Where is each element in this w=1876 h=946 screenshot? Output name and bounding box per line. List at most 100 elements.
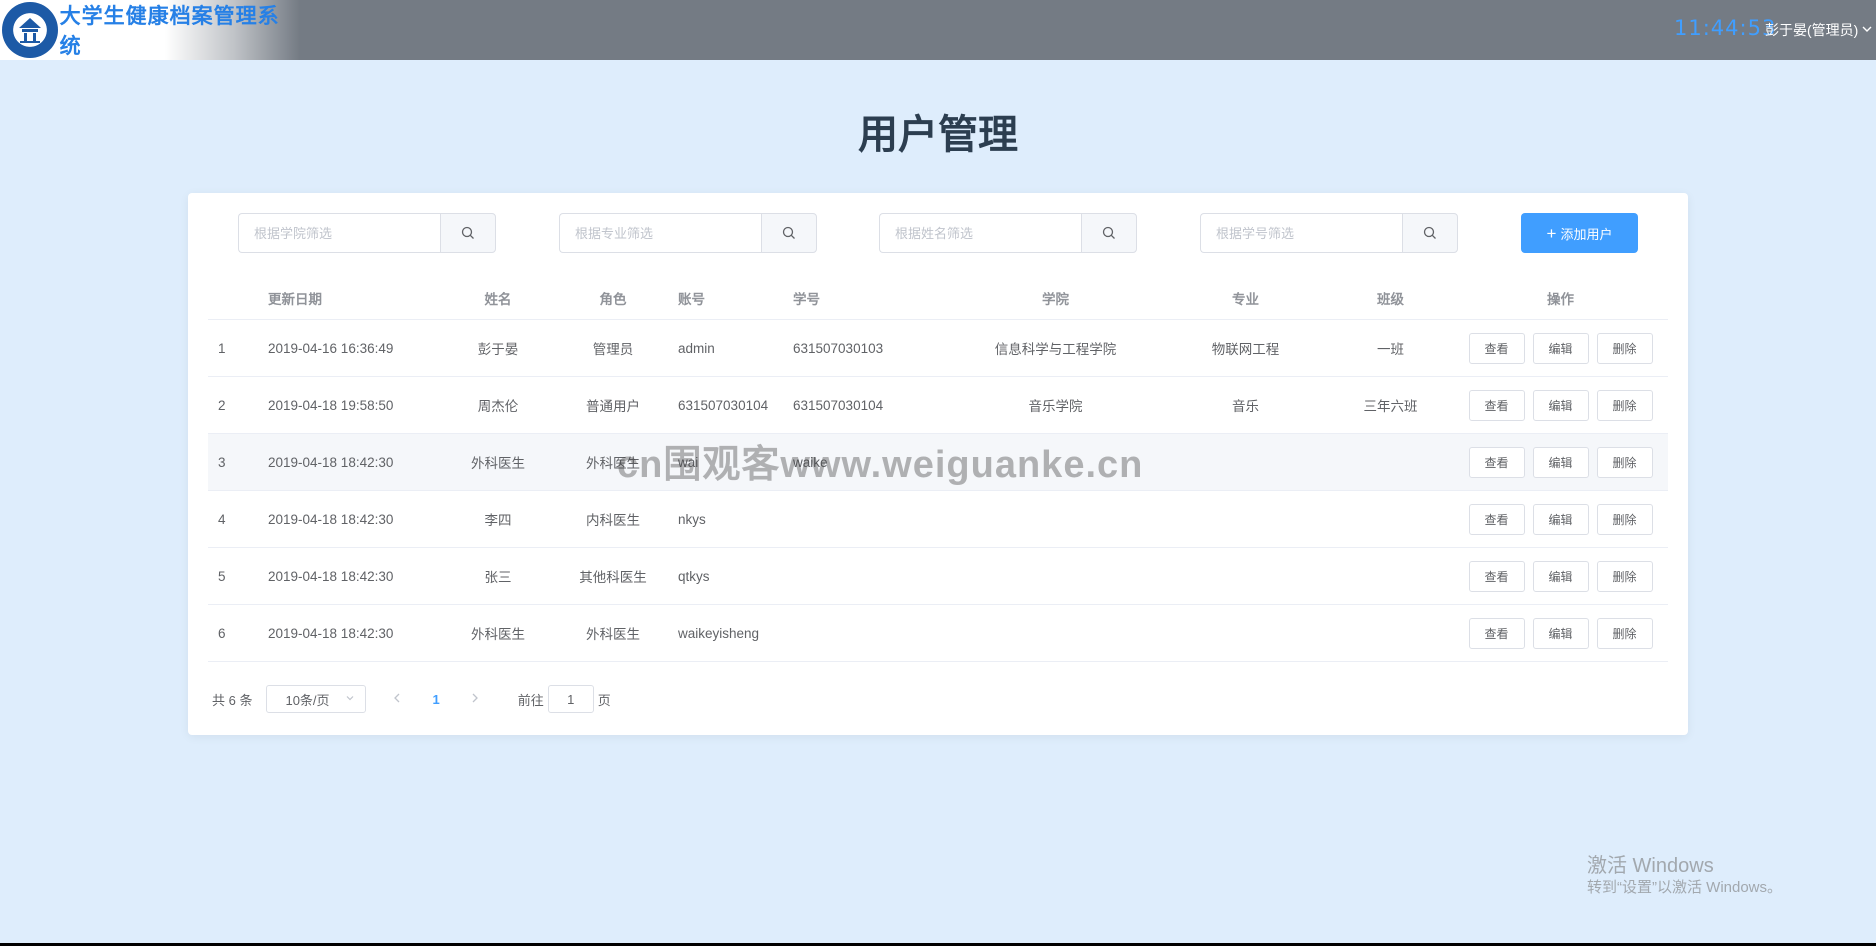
name-filter (879, 213, 1137, 253)
user-menu[interactable]: 彭于晏(管理员) (1765, 20, 1873, 40)
header-student-no[interactable]: 学号 (793, 276, 923, 319)
search-icon (1102, 226, 1115, 239)
name-search-button[interactable] (1081, 213, 1137, 253)
next-page-button[interactable] (470, 691, 480, 707)
prev-page-button[interactable] (392, 691, 402, 707)
row-index: 4 (218, 511, 226, 527)
table-row[interactable]: 1 2019-04-16 16:36:49 彭于晏 管理员 admin 6315… (208, 320, 1668, 377)
row-college (938, 491, 1173, 547)
view-button[interactable]: 查看 (1468, 617, 1525, 649)
view-button[interactable]: 查看 (1468, 560, 1525, 592)
row-student-no (793, 548, 923, 604)
delete-button[interactable]: 删除 (1596, 617, 1653, 649)
add-user-label: 添加用户 (1560, 226, 1613, 242)
college-search-button[interactable] (440, 213, 496, 253)
activate-windows-hint: 转到“设置”以激活 Windows。 (1587, 879, 1783, 896)
row-role: 外科医生 (586, 627, 640, 642)
major-filter-input[interactable] (559, 213, 761, 253)
row-index: 6 (218, 625, 226, 641)
delete-button[interactable]: 删除 (1596, 560, 1653, 592)
delete-button[interactable]: 删除 (1596, 389, 1653, 421)
row-date: 2019-04-18 19:58:50 (268, 397, 394, 413)
row-account: waikeyisheng (678, 625, 760, 641)
college-filter (238, 213, 496, 253)
chevron-down-icon (345, 693, 355, 706)
watermark: cn围观客www.weiguanke.cn (617, 444, 1144, 486)
view-button[interactable]: 查看 (1468, 446, 1525, 478)
app-title: 大学生健康档案管理系统 (59, 5, 280, 58)
delete-button[interactable]: 删除 (1596, 332, 1653, 364)
goto-page-input[interactable] (547, 685, 594, 713)
row-account: 631507030104 (678, 397, 769, 413)
row-actions: 查看 编辑 删除 (1463, 491, 1658, 547)
view-button[interactable]: 查看 (1468, 332, 1525, 364)
view-button[interactable]: 查看 (1468, 389, 1525, 421)
table-row[interactable]: 6 2019-04-18 18:42:30 外科医生 外科医生 waikeyis… (208, 605, 1668, 662)
header-class[interactable]: 班级 (1318, 276, 1463, 319)
row-role: 管理员 (592, 342, 634, 357)
major-search-button[interactable] (761, 213, 817, 253)
row-actions: 查看 编辑 删除 (1463, 605, 1658, 661)
row-college (938, 605, 1173, 661)
major-filter (559, 213, 817, 253)
row-class (1318, 605, 1463, 661)
plus-icon: + (1546, 223, 1557, 243)
row-role: 普通用户 (586, 399, 640, 414)
row-major (1173, 548, 1318, 604)
row-college: 信息科学与工程学院 (994, 342, 1117, 357)
delete-button[interactable]: 删除 (1596, 446, 1653, 478)
row-name: 李四 (484, 513, 512, 528)
header-date[interactable]: 更新日期 (268, 276, 428, 319)
emblem-icon (18, 18, 41, 43)
page-size-value: 10条/页 (285, 692, 330, 708)
row-actions: 查看 编辑 删除 (1463, 377, 1658, 433)
edit-button[interactable]: 编辑 (1532, 389, 1589, 421)
row-college (938, 548, 1173, 604)
row-class: 三年六班 (1363, 399, 1418, 414)
header-name[interactable]: 姓名 (448, 276, 548, 319)
row-student-no: 631507030104 (793, 397, 884, 413)
row-student-no: 631507030103 (793, 340, 884, 356)
view-button[interactable]: 查看 (1468, 503, 1525, 535)
row-name: 张三 (484, 570, 512, 585)
student-no-filter-input[interactable] (1200, 213, 1402, 253)
page-size-select[interactable]: 10条/页 (266, 685, 367, 713)
table-row[interactable]: 2 2019-04-18 19:58:50 周杰伦 普通用户 631507030… (208, 377, 1668, 434)
edit-button[interactable]: 编辑 (1532, 332, 1589, 364)
row-index: 2 (218, 397, 226, 413)
student-no-search-button[interactable] (1402, 213, 1458, 253)
row-account: qtkys (678, 568, 710, 584)
row-major (1173, 491, 1318, 547)
row-student-no (793, 491, 923, 547)
header-account[interactable]: 账号 (678, 276, 793, 319)
activate-windows-title: 激活 Windows (1587, 855, 1714, 877)
edit-button[interactable]: 编辑 (1532, 446, 1589, 478)
table-row[interactable]: 4 2019-04-18 18:42:30 李四 内科医生 nkys 查看 编辑… (208, 491, 1668, 548)
edit-button[interactable]: 编辑 (1532, 503, 1589, 535)
total-count: 共 6 条 (212, 692, 253, 708)
header-college[interactable]: 学院 (938, 276, 1173, 319)
row-major: 音乐 (1232, 399, 1259, 414)
row-date: 2019-04-16 16:36:49 (268, 340, 394, 356)
row-role: 内科医生 (586, 513, 640, 528)
page-number-current[interactable]: 1 (432, 692, 439, 707)
user-name: 彭于晏(管理员) (1765, 22, 1859, 38)
header-role[interactable]: 角色 (563, 276, 663, 319)
name-filter-input[interactable] (879, 213, 1081, 253)
row-date: 2019-04-18 18:42:30 (268, 625, 394, 641)
row-date: 2019-04-18 18:42:30 (268, 454, 394, 470)
row-class (1318, 548, 1463, 604)
row-index: 5 (218, 568, 226, 584)
clock: 11:44:53 (1674, 16, 1777, 40)
header-major[interactable]: 专业 (1173, 276, 1318, 319)
university-logo (2, 2, 58, 58)
edit-button[interactable]: 编辑 (1532, 617, 1589, 649)
pagination: 共 6 条 10条/页 1 前往 页 (212, 685, 611, 713)
edit-button[interactable]: 编辑 (1532, 560, 1589, 592)
row-actions: 查看 编辑 删除 (1463, 434, 1658, 490)
row-date: 2019-04-18 18:42:30 (268, 511, 394, 527)
add-user-button[interactable]: + 添加用户 (1521, 213, 1638, 253)
delete-button[interactable]: 删除 (1596, 503, 1653, 535)
table-row[interactable]: 5 2019-04-18 18:42:30 张三 其他科医生 qtkys 查看 … (208, 548, 1668, 605)
college-filter-input[interactable] (238, 213, 440, 253)
